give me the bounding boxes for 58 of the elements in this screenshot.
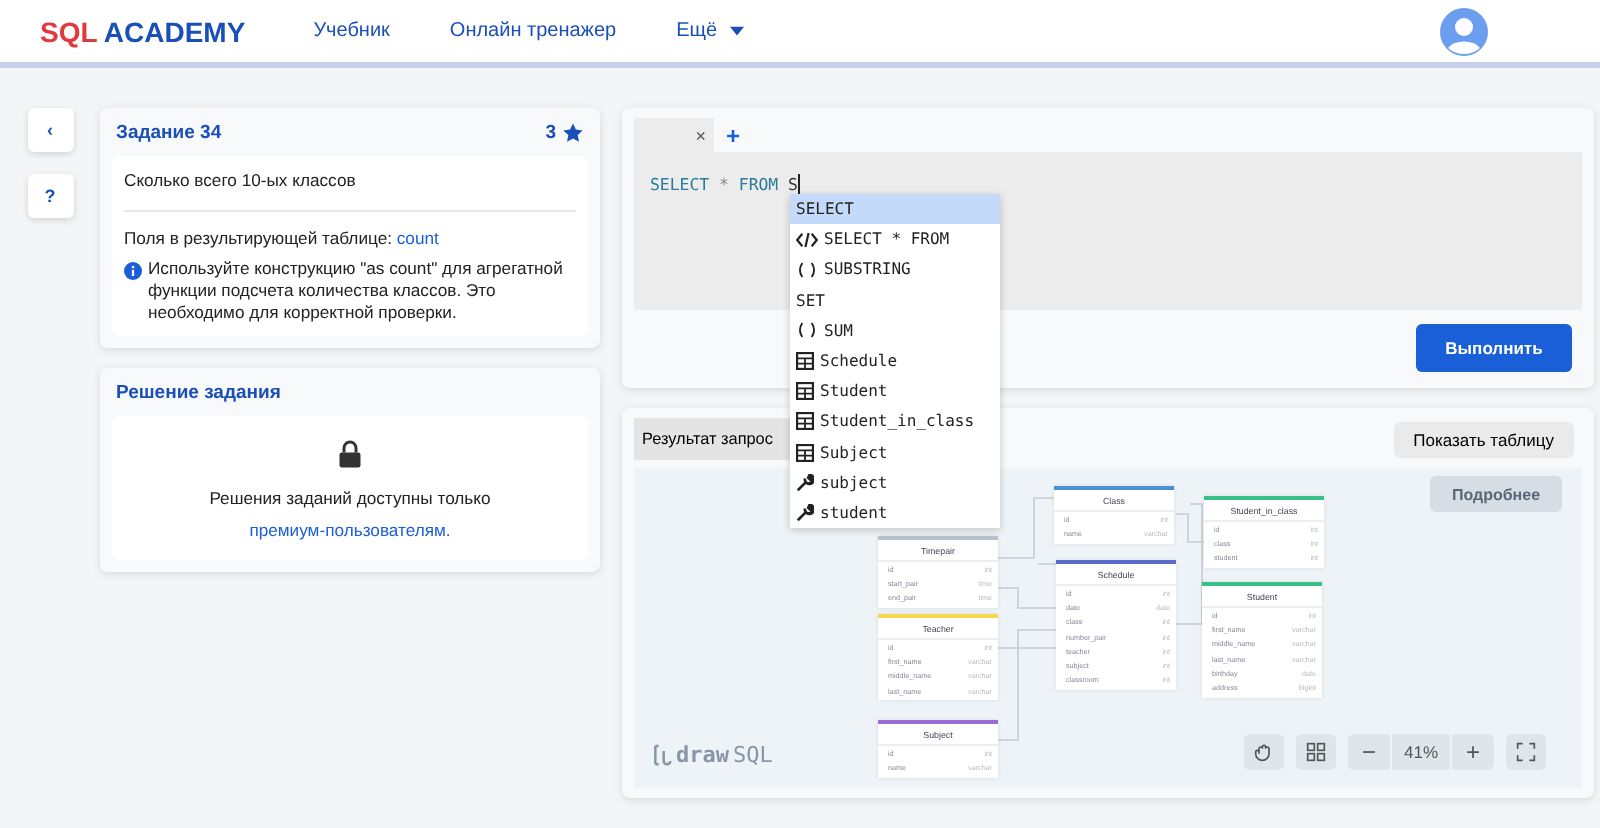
task-title: Задание 34 <box>116 122 224 144</box>
info-icon <box>124 261 142 279</box>
drawsql-logo: draw SQL <box>652 742 773 768</box>
zoom-out-button[interactable]: − <box>1347 738 1390 766</box>
fullscreen-button[interactable] <box>1506 734 1546 770</box>
caret-icon <box>729 26 744 36</box>
nav-link[interactable]: Учебник <box>313 20 390 42</box>
code-token: * <box>719 174 729 194</box>
close-tab-button[interactable]: × <box>695 125 706 145</box>
hint-text: Используйте конструкцию "as count" для агрегатной функции подсчета количества классов. Это необходимо для корректной проверки. <box>148 258 565 326</box>
grid-icon <box>1305 742 1326 762</box>
star-icon <box>562 122 584 144</box>
table-icon <box>796 382 814 401</box>
hand-icon <box>1253 742 1274 762</box>
zoom-in-button[interactable]: + <box>1452 738 1494 766</box>
table-icon <box>796 352 814 371</box>
nav-link[interactable]: Онлайн тренажер <box>449 20 617 42</box>
pan-button[interactable] <box>1243 734 1284 770</box>
solution-text: Решения заданий доступны только <box>209 487 491 508</box>
side-button[interactable]: ‹ <box>27 108 73 152</box>
editor-tab[interactable]: × <box>634 118 714 152</box>
add-tab-button[interactable]: + <box>714 121 753 149</box>
function-icon <box>796 261 818 278</box>
suggestion-item[interactable]: Schedule <box>790 345 1000 377</box>
suggestion-item[interactable]: SET <box>790 285 1000 316</box>
function-icon <box>796 322 818 339</box>
solution-title: Решение задания <box>116 381 283 404</box>
table-icon <box>796 443 814 462</box>
suggestion-item[interactable]: subject <box>790 467 1000 498</box>
code-token: SELECT <box>650 174 710 194</box>
code-token: S <box>788 174 798 194</box>
zoom-level: 41% <box>1389 734 1452 770</box>
fields-label: Поля в результирующей таблице: <box>124 228 392 248</box>
rating: 3 <box>545 122 556 144</box>
table-icon <box>796 412 814 431</box>
suggestion-item[interactable]: SUM <box>790 315 1000 346</box>
suggestion-item[interactable]: Student <box>790 376 1000 407</box>
wrench-icon <box>796 503 814 522</box>
lock-icon <box>338 439 362 468</box>
show-table-button[interactable]: Показать таблицу <box>1393 421 1574 457</box>
premium-link[interactable]: премиум-пользователям. <box>249 519 451 540</box>
layout-button[interactable] <box>1295 734 1336 770</box>
expand-icon <box>1516 742 1536 762</box>
wrench-icon <box>796 473 814 492</box>
details-button[interactable]: Подробнее <box>1430 476 1562 512</box>
run-button[interactable]: Выполнить <box>1416 324 1572 372</box>
suggestion-item[interactable]: SELECT <box>790 194 1000 225</box>
suggestion-item[interactable]: SUBSTRING <box>790 254 1000 286</box>
logo[interactable]: SQL ACADEMY <box>40 15 246 47</box>
side-button[interactable]: ? <box>27 174 73 218</box>
suggestion-item[interactable]: student <box>790 497 1000 529</box>
avatar-icon[interactable] <box>1440 7 1488 55</box>
nav-link[interactable]: Ещё <box>676 20 744 42</box>
field-name: count <box>396 228 439 248</box>
code-icon <box>796 231 818 248</box>
code-token: FROM <box>738 174 779 194</box>
suggestion-item[interactable]: SELECT * FROM <box>790 224 1000 255</box>
task-question: Сколько всего 10-ых классов <box>124 168 358 194</box>
